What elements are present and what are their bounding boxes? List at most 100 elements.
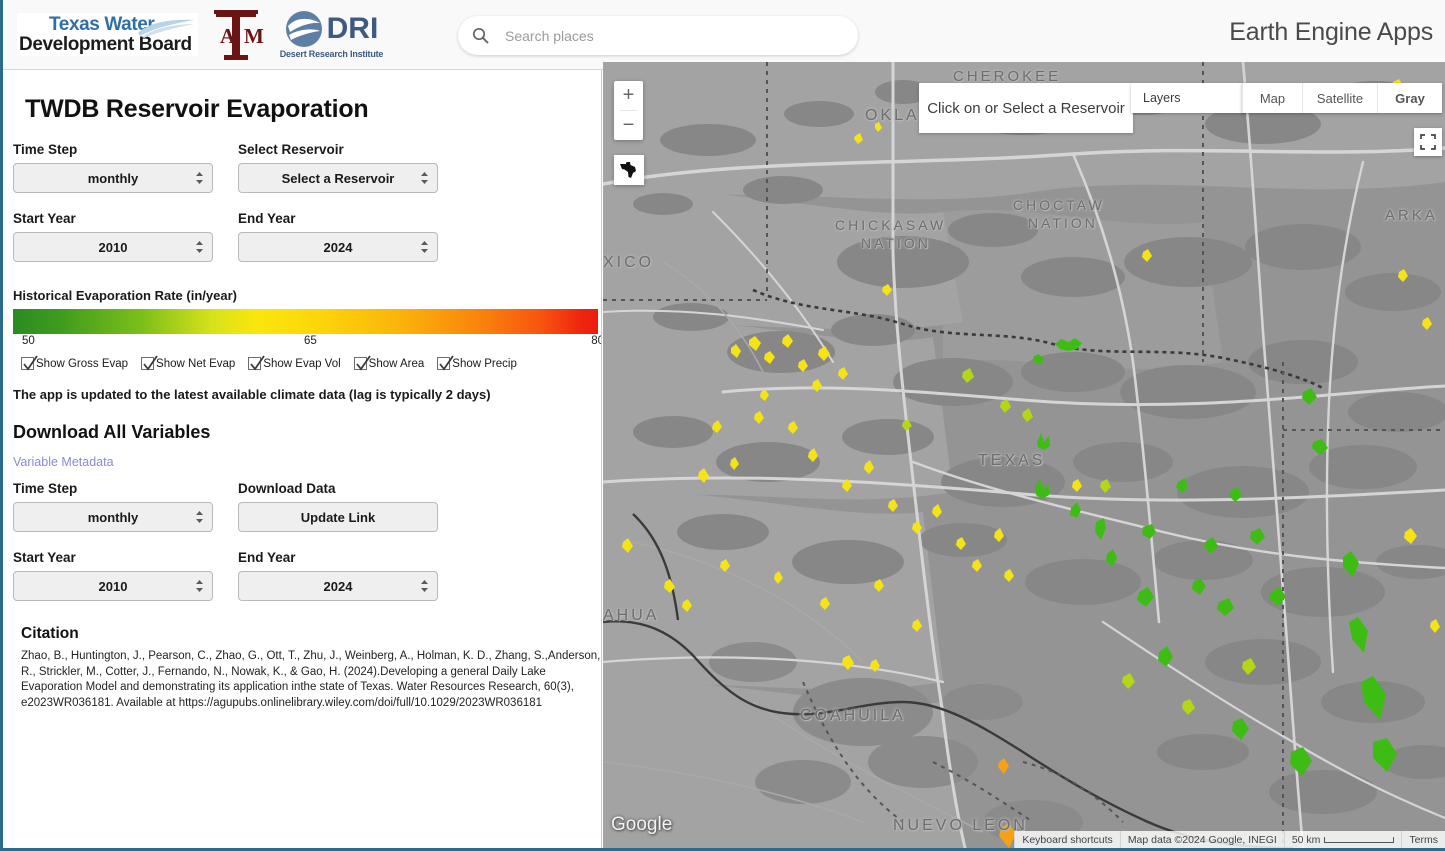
label-download-data: Download Data (238, 481, 336, 496)
map-data-attribution: Map data ©2024 Google, INEGI (1119, 831, 1284, 848)
map-viewport[interactable]: CHEROKEE OKLAHOMA CHICKASAW NATION CHOCT… (603, 62, 1445, 848)
fullscreen-icon (1420, 134, 1436, 150)
dri-logo-top: DRI (285, 10, 379, 48)
map-scale-bar (1324, 836, 1395, 843)
start-year-select[interactable]: 2010 (13, 232, 213, 262)
evaporation-color-ramp (13, 309, 598, 334)
stepper-icon (195, 510, 204, 524)
logo-group: Texas Water Development Board A M DRI De… (3, 7, 383, 63)
dri-subtitle: Desert Research Institute (279, 49, 384, 59)
svg-text:M: M (244, 24, 264, 48)
legend-tick-mid: 65 (304, 335, 317, 347)
map-attribution-bar: Keyboard shortcuts Map data ©2024 Google… (1014, 831, 1445, 848)
stepper-icon (195, 171, 204, 185)
field-download-time-step: Time Step monthly (13, 481, 228, 532)
field-start-year: Start Year 2010 (13, 211, 228, 262)
citation-title: Citation (21, 625, 79, 642)
stepper-icon (420, 171, 429, 185)
time-step-value: monthly (87, 170, 139, 186)
page-title: TWDB Reservoir Evaporation (25, 95, 369, 123)
end-year-value: 2024 (323, 239, 353, 255)
legend-tick-min: 50 (22, 335, 35, 347)
keyboard-shortcuts-button[interactable]: Keyboard shortcuts (1014, 831, 1120, 848)
download-end-year-select[interactable]: 2024 (238, 571, 438, 601)
zoom-in-button[interactable]: + (614, 81, 643, 110)
end-year-select[interactable]: 2024 (238, 232, 438, 262)
checkbox-label: Show Net Evap (156, 357, 236, 370)
map-type-switcher: Map Satellite Gray (1242, 83, 1442, 113)
fullscreen-button[interactable] (1414, 128, 1442, 156)
map-zoom-control: + − (614, 81, 643, 140)
download-time-step-select[interactable]: monthly (13, 502, 213, 532)
legend-ticks: 50 65 80 (13, 335, 601, 351)
map-type-satellite[interactable]: Satellite (1302, 83, 1377, 113)
stepper-icon (195, 240, 204, 254)
reservoir-value: Select a Reservoir (281, 170, 395, 186)
label-time-step: Time Step (13, 142, 78, 157)
legend-title: Historical Evaporation Rate (in/year) (13, 288, 237, 303)
map-scale: 50 km (1283, 831, 1402, 848)
label-select-reservoir: Select Reservoir (238, 142, 344, 157)
label-start-year: Start Year (13, 211, 76, 226)
reservoir-hint-box: Click on or Select a Reservoir (919, 83, 1133, 133)
map-basemap (603, 62, 1445, 848)
field-download-data: Download Data Update Link (238, 481, 453, 532)
checkbox-label: Show Evap Vol (263, 357, 341, 370)
app-header: Texas Water Development Board A M DRI De… (3, 0, 1445, 70)
stepper-icon (420, 240, 429, 254)
checkmark-icon (21, 355, 38, 371)
field-download-end-year: End Year 2024 (238, 550, 453, 601)
layer-checkbox-group: Show Gross Evap Show Net Evap Show Evap … (13, 355, 591, 371)
control-panel: TWDB Reservoir Evaporation Time Step mon… (3, 70, 602, 848)
layers-select[interactable]: Layers (1131, 83, 1246, 113)
checkmark-icon (437, 355, 455, 371)
dri-letters: DRI (326, 12, 379, 45)
checkbox-show-precip[interactable]: Show Precip (437, 355, 517, 371)
twdb-logo: Texas Water Development Board (17, 13, 198, 56)
checkbox-show-net-evap[interactable]: Show Net Evap (141, 355, 236, 371)
field-select-reservoir: Select Reservoir Select a Reservoir (238, 142, 453, 193)
checkbox-show-gross-evap[interactable]: Show Gross Evap (21, 355, 129, 371)
field-download-start-year: Start Year 2010 (13, 550, 228, 601)
field-time-step: Time Step monthly (13, 142, 228, 193)
google-watermark: Google (611, 814, 673, 835)
texas-am-logo: A M (213, 9, 264, 60)
map-scale-label: 50 km (1291, 833, 1321, 846)
variable-metadata-link[interactable]: Variable Metadata (13, 455, 591, 469)
reservoir-select[interactable]: Select a Reservoir (238, 163, 438, 193)
twdb-swoosh-icon (137, 19, 194, 38)
time-step-select[interactable]: monthly (13, 163, 213, 193)
map-type-map[interactable]: Map (1242, 83, 1302, 113)
checkbox-show-area[interactable]: Show Area (353, 355, 424, 371)
legend-tick-max: 80 (591, 335, 601, 347)
row-download-timestep: Time Step monthly Download Data Update L… (13, 481, 591, 532)
texas-home-button[interactable] (614, 155, 644, 185)
download-start-year-select[interactable]: 2010 (13, 571, 213, 601)
update-link-button[interactable]: Update Link (238, 502, 438, 532)
row-start-end-year: Start Year 2010 End Year 2024 (13, 211, 591, 262)
dri-logo: DRI Desert Research Institute (279, 10, 384, 59)
download-section-title: Download All Variables (13, 422, 211, 442)
dri-globe-icon (285, 11, 322, 47)
checkbox-label: Show Precip (452, 357, 517, 370)
field-end-year: End Year 2024 (238, 211, 453, 262)
checkbox-label: Show Gross Evap (36, 357, 129, 370)
earth-engine-apps-brand: Earth Engine Apps (1229, 18, 1433, 46)
layers-label: Layers (1143, 91, 1181, 105)
svg-text:A: A (220, 24, 236, 48)
texas-state-icon (620, 162, 636, 178)
download-end-year-value: 2024 (323, 578, 353, 594)
zoom-out-button[interactable]: − (614, 111, 643, 140)
checkbox-show-evap-vol[interactable]: Show Evap Vol (248, 355, 341, 371)
update-note: The app is updated to the latest availab… (13, 387, 491, 402)
terms-link[interactable]: Terms (1401, 831, 1445, 848)
label-download-time-step: Time Step (13, 481, 78, 496)
search-icon (472, 27, 489, 44)
download-start-year-value: 2010 (98, 578, 128, 594)
label-download-end-year: End Year (238, 550, 296, 565)
search-box[interactable] (458, 16, 858, 55)
map-type-gray[interactable]: Gray (1377, 83, 1442, 113)
stepper-icon (420, 579, 429, 593)
search-input[interactable] (503, 26, 844, 45)
checkmark-icon (141, 355, 158, 371)
